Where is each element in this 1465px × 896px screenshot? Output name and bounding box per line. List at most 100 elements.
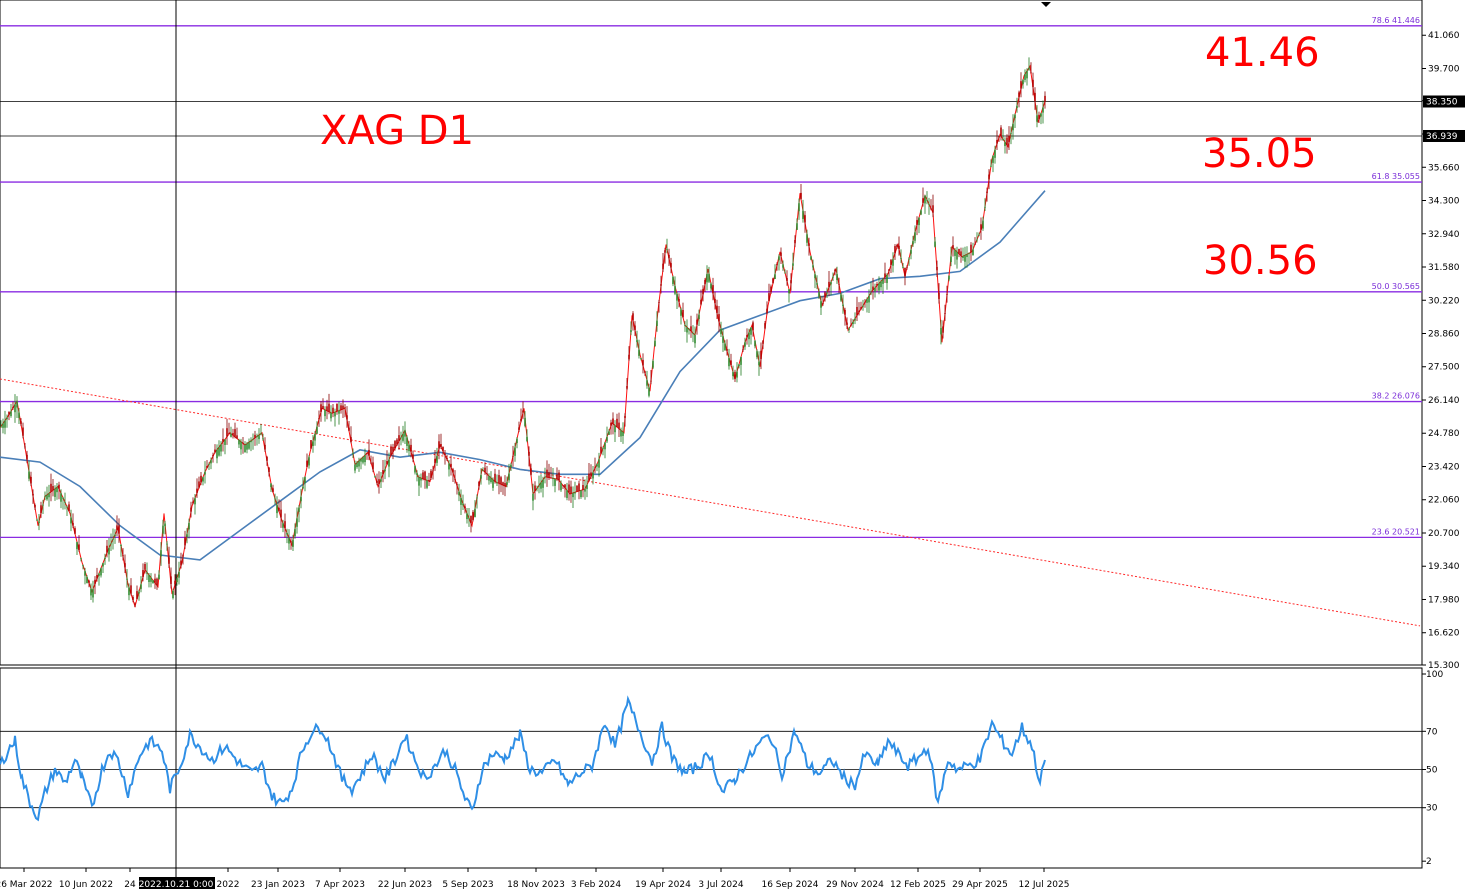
candle-body [72,522,74,526]
candle-body [588,473,590,481]
candle-body [858,310,860,313]
candle-body [256,436,258,438]
candle-body [66,506,68,508]
candle-body [382,470,384,475]
fib-level-label: 78.6 41.446 [1372,16,1420,25]
candle-body [240,441,242,450]
candle-body [648,387,650,396]
oscillator-tick-label: 30 [1426,804,1438,814]
candle-body [362,457,364,463]
candle-body [1026,70,1028,79]
candle-body [1040,113,1042,117]
candle-body [514,447,516,456]
candle-body [412,454,414,459]
candle-body [156,578,158,586]
candle-body [272,488,274,493]
candle-body [854,318,856,321]
time-tick-label: 29 Nov 2024 [826,880,884,890]
time-tick-label: 10 Jun 2022 [59,880,113,890]
candle-body [462,503,464,506]
candle-body [700,299,702,305]
candle-body [904,267,906,277]
candle-body [4,420,6,428]
candle-body [736,371,738,378]
candle-body [990,165,992,167]
candle-body [1030,72,1032,74]
candle-body [662,263,664,270]
candle-body [728,358,730,367]
price-tick-label: 27.500 [1428,363,1460,373]
candle-body [860,307,862,309]
candle-body [374,476,376,478]
annotation-35-05: 35.05 [1202,131,1317,177]
candle-body [664,250,666,253]
candle-body [348,427,350,431]
candle-body [262,438,264,440]
candle-body [54,488,56,497]
candle-body [104,557,106,559]
candle-body [448,463,450,470]
candle-body [350,437,352,443]
candle-body [442,446,444,452]
time-tick-label: 29 Apr 2025 [952,880,1008,890]
candle-body [1000,127,1002,137]
candle-body [682,309,684,318]
candle-body [280,509,282,518]
candle-body [6,417,8,420]
candle-body [150,577,152,582]
candle-body [82,565,84,567]
candle-body [968,253,970,255]
candle-body [92,589,94,598]
candle-body [646,380,648,386]
candle-body [956,251,958,260]
time-tick-label: 7 Apr 2023 [315,880,365,890]
candle-body [308,457,310,466]
candle-body [1036,115,1038,122]
candle-body [264,444,266,450]
candle-body [830,282,832,285]
candle-body [276,504,278,514]
candle-body [530,468,532,475]
candle-body [508,473,510,481]
candle-body [970,244,972,253]
candle-body [460,498,462,505]
candle-body [114,534,116,537]
candle-body [46,494,48,500]
candle-body [184,537,186,546]
candle-body [556,474,558,480]
candle-body [902,267,904,269]
candle-body [602,448,604,449]
candle-body [394,441,396,449]
candle-body [454,478,456,480]
candle-body [468,518,470,520]
candle-body [12,406,14,408]
candle-body [650,380,652,382]
candle-body [804,215,806,223]
time-tick-label: 3 Feb 2024 [571,880,622,890]
candle-body [434,458,436,464]
candle-body [512,455,514,457]
candle-body [618,422,620,429]
candle-body [950,256,952,263]
candle-body [322,405,324,409]
candle-body [788,289,790,294]
candle-body [100,568,102,576]
time-tick-label: 12 Jul 2025 [1019,880,1070,890]
candle-body [484,467,486,473]
candle-body [702,289,704,295]
candle-body [626,385,628,389]
candle-body [170,576,172,585]
candle-body [326,406,328,411]
candle-body [10,411,12,416]
candle-body [384,469,386,472]
candle-body [742,349,744,351]
candle-body [1024,74,1026,80]
candle-body [770,286,772,293]
candle-body [324,409,326,417]
candle-body [570,486,572,494]
candle-body [30,476,32,484]
candle-body [388,459,390,467]
candle-body [192,501,194,504]
candle-body [526,436,528,441]
price-marker-tag-label: 38.350 [1426,97,1458,107]
